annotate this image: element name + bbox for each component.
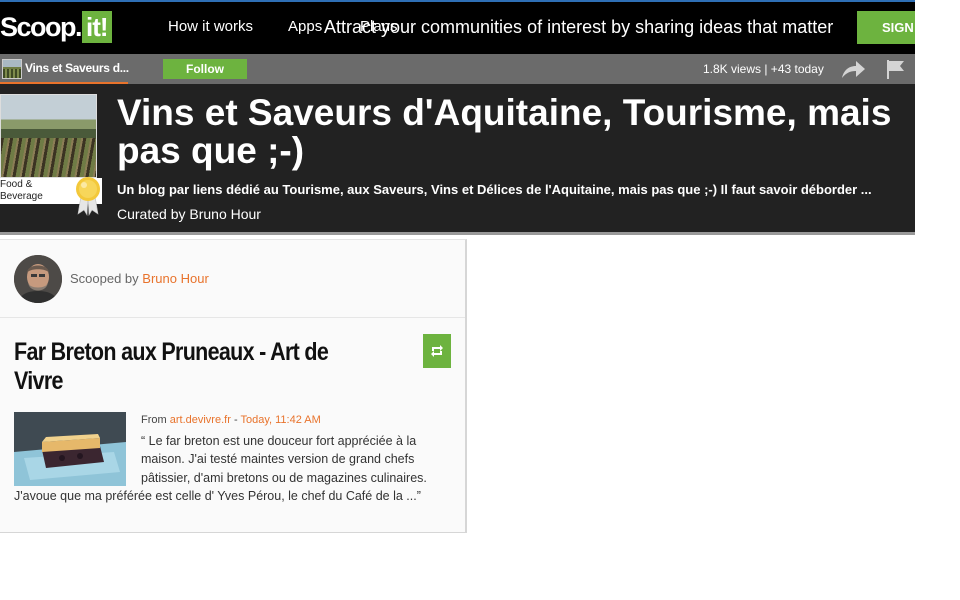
source-link[interactable]: art.devivre.fr [170, 414, 231, 426]
category-label: Food & Beverage [0, 179, 43, 202]
post-timestamp[interactable]: Today, 11:42 AM [240, 414, 320, 426]
post-title[interactable]: Far Breton aux Pruneaux - Art de Vivre [14, 338, 375, 396]
post-source-meta: From art.devivre.fr - Today, 11:42 AM [141, 413, 321, 427]
scoopit-logo[interactable]: Scoop. it! [0, 11, 112, 43]
excerpt-thumb-spacer [14, 432, 141, 486]
topic-title: Vins et Saveurs d'Aquitaine, Tourisme, m… [117, 92, 892, 171]
sign-up-button[interactable]: SIGN UP [857, 11, 915, 44]
top-navigation-bar: Scoop. it! How it works Apps Plans Attra… [0, 0, 915, 54]
logo-badge: it! [82, 11, 112, 43]
logo-wordmark: Scoop. [0, 12, 83, 42]
topic-thumbnail-small[interactable] [2, 59, 22, 79]
top-accent-rule [0, 0, 915, 2]
share-arrow-icon[interactable] [839, 58, 867, 80]
nav-how-it-works[interactable]: How it works [168, 18, 253, 36]
header-divider [0, 232, 915, 235]
scooped-by-line: Scooped by Bruno Hour [70, 271, 209, 287]
topic-description: Un blog par liens dédié au Tourisme, aux… [117, 182, 872, 197]
rescoop-icon [431, 345, 443, 357]
follow-button[interactable]: Follow [163, 59, 247, 79]
scooped-by-prefix: Scooped by [70, 271, 139, 286]
curator-portrait [14, 255, 62, 303]
curator-link[interactable]: Bruno Hour [142, 271, 208, 286]
scoop-card: Scooped by Bruno Hour Far Breton aux Pru… [0, 239, 467, 533]
header-tagline: Attract your communities of interest by … [324, 17, 834, 37]
curator-row: Scooped by Bruno Hour [0, 240, 465, 318]
topic-cover-image[interactable] [0, 94, 97, 178]
post-excerpt-block: “ Le far breton est une douceur fort app… [14, 432, 450, 522]
meta-separator: - [233, 414, 238, 426]
flag-icon[interactable] [884, 58, 906, 80]
topic-strip: Vins et Saveurs d... Follow 1.8K views |… [0, 54, 915, 84]
medal-icon [76, 177, 100, 216]
nav-apps[interactable]: Apps [288, 18, 322, 36]
topic-header: Food & Beverage Vins et Saveurs d'Aquita… [0, 84, 915, 232]
view-stats: 1.8K views | +43 today [703, 62, 824, 76]
topic-short-title[interactable]: Vins et Saveurs d... [25, 61, 129, 76]
curated-by[interactable]: Curated by Bruno Hour [117, 206, 261, 223]
avatar[interactable] [14, 255, 62, 303]
rescoop-button[interactable] [423, 334, 451, 368]
from-prefix: From [141, 414, 167, 426]
